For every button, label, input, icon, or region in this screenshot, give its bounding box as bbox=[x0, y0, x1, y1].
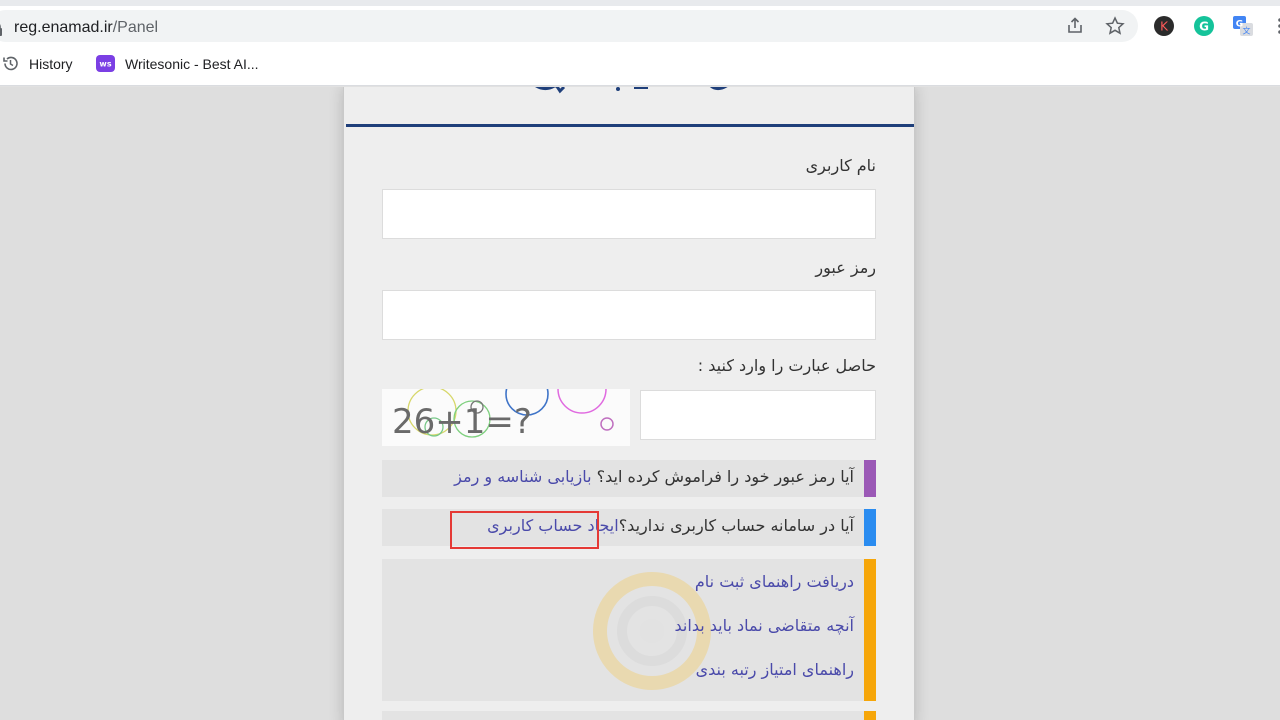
menu-icon[interactable] bbox=[1268, 14, 1280, 38]
google-translate-icon[interactable]: G文 bbox=[1231, 14, 1255, 38]
bookmark-label: Writesonic - Best AI... bbox=[125, 55, 259, 72]
url-text[interactable]: reg.enamad.ir/Panel bbox=[14, 19, 158, 37]
svg-text:K: K bbox=[1160, 20, 1169, 34]
svg-text:G: G bbox=[1199, 20, 1209, 34]
login-panel: نام کاربری رمز عبور حاصل عبارت را وارد ک… bbox=[343, 87, 915, 720]
writesonic-icon: ws bbox=[96, 55, 115, 72]
captcha-text: 26+1=? bbox=[392, 402, 532, 442]
bookmark-star-icon[interactable] bbox=[1103, 14, 1127, 38]
next-row-accent bbox=[864, 711, 876, 720]
username-input[interactable] bbox=[382, 189, 876, 239]
applicant-info-link[interactable]: آنچه متقاضی نماد باید بداند bbox=[675, 616, 854, 635]
bookmark-label: History bbox=[29, 55, 73, 72]
registration-guide-link[interactable]: دریافت راهنمای ثبت نام bbox=[695, 572, 854, 591]
links-box-accent bbox=[864, 559, 876, 701]
svg-text:文: 文 bbox=[1243, 26, 1251, 36]
url-path: /Panel bbox=[112, 19, 159, 36]
password-label: رمز عبور bbox=[815, 258, 876, 277]
browser-toolbar: reg.enamad.ir/Panel K G G文 bbox=[0, 6, 1280, 46]
header-divider bbox=[346, 124, 914, 127]
site-logo-partial bbox=[535, 87, 728, 94]
forgot-password-row: آیا رمز عبور خود را فراموش کرده اید؟ باز… bbox=[382, 460, 876, 497]
address-bar[interactable]: reg.enamad.ir/Panel bbox=[0, 10, 1138, 42]
bookmark-writesonic[interactable]: ws Writesonic - Best AI... bbox=[96, 55, 259, 72]
history-icon bbox=[3, 56, 18, 71]
captcha-image: 26+1=? bbox=[382, 389, 630, 446]
forgot-row-accent bbox=[864, 460, 876, 497]
page-viewport: نام کاربری رمز عبور حاصل عبارت را وارد ک… bbox=[0, 87, 1280, 720]
forgot-password-text: آیا رمز عبور خود را فراموش کرده اید؟ باز… bbox=[454, 467, 854, 486]
help-links-box: دریافت راهنمای ثبت نام آنچه متقاضی نماد … bbox=[382, 559, 876, 701]
no-account-question: آیا در سامانه حساب کاربری ندارید؟ bbox=[618, 516, 854, 535]
captcha-label: حاصل عبارت را وارد کنید : bbox=[697, 356, 876, 375]
next-section-row bbox=[382, 711, 876, 720]
lock-icon bbox=[0, 24, 2, 36]
account-row-accent bbox=[864, 509, 876, 546]
svg-text:ws: ws bbox=[99, 60, 111, 69]
recover-credentials-link[interactable]: بازیابی شناسه و رمز bbox=[454, 467, 591, 486]
bookmark-history[interactable]: History bbox=[2, 55, 73, 72]
k-extension-icon[interactable]: K bbox=[1152, 14, 1176, 38]
grammarly-icon[interactable]: G bbox=[1192, 14, 1216, 38]
username-label: نام کاربری bbox=[805, 156, 876, 175]
captcha-input[interactable] bbox=[640, 390, 876, 440]
create-account-highlight bbox=[450, 511, 599, 549]
url-host: reg.enamad.ir bbox=[14, 19, 113, 36]
rating-guide-link[interactable]: راهنمای امتیاز رتبه بندی bbox=[696, 660, 854, 679]
forgot-password-question: آیا رمز عبور خود را فراموش کرده اید؟ bbox=[596, 467, 854, 486]
share-icon[interactable] bbox=[1063, 14, 1087, 38]
password-input[interactable] bbox=[382, 290, 876, 340]
bookmarks-bar: History ws Writesonic - Best AI... bbox=[0, 46, 1280, 86]
